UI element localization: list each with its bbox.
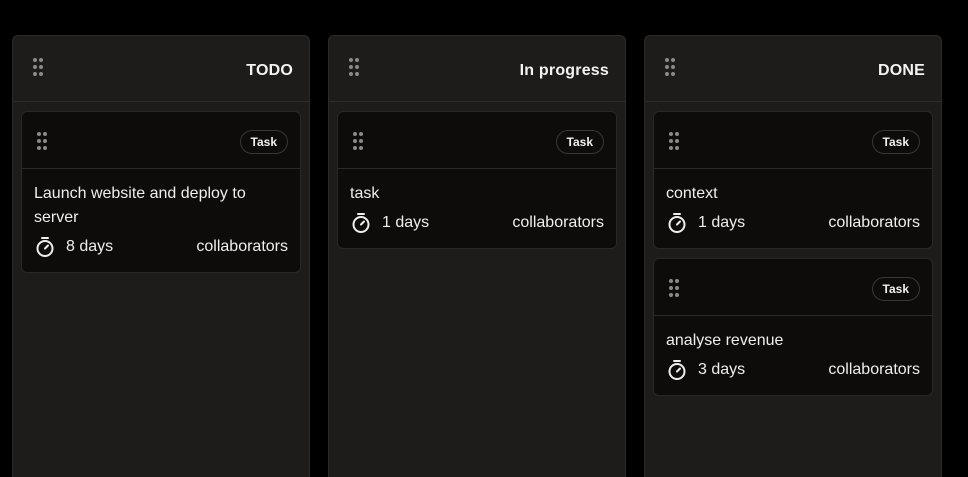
task-card[interactable]: Task context 1 days collaborators [653,111,933,249]
duration: 1 days [666,212,745,234]
card-list: Task context 1 days collaborators Task a… [653,111,933,405]
card-header: Task [654,259,932,316]
card-title: context [666,185,718,202]
duration-text: 8 days [66,238,114,255]
card-footer: 1 days collaborators [666,210,920,236]
column-header: TODO [13,36,309,102]
card-footer: 1 days collaborators [350,210,604,236]
stopwatch-icon [352,213,370,233]
duration-text: 1 days [382,214,430,231]
column-todo: TODO Task Launch website and deploy to s… [12,35,310,477]
collaborators-label[interactable]: collaborators [196,238,288,256]
task-card[interactable]: Task task 1 days collaborators [337,111,617,249]
column-in-progress: In progress Task task 1 days collaborato… [328,35,626,477]
duration: 1 days [350,212,429,234]
column-title: DONE [877,62,925,79]
drag-handle-icon[interactable] [665,58,675,78]
card-header: Task [654,112,932,169]
duration: 8 days [34,236,113,258]
collaborators-label[interactable]: collaborators [828,214,920,232]
column-header: DONE [645,36,941,102]
column-title: TODO [246,62,293,79]
stopwatch-icon [668,360,686,380]
collaborators-label[interactable]: collaborators [512,214,604,232]
task-card[interactable]: Task analyse revenue 3 days collaborator… [653,258,933,396]
stopwatch-icon [668,213,686,233]
task-card[interactable]: Task Launch website and deploy to server… [21,111,301,273]
card-footer: 3 days collaborators [666,357,920,383]
card-title: task [350,185,380,202]
drag-handle-icon[interactable] [33,58,43,78]
card-footer: 8 days collaborators [34,234,288,260]
drag-handle-icon[interactable] [349,58,359,78]
card-header: Task [22,112,300,169]
drag-handle-icon[interactable] [353,132,363,152]
card-header: Task [338,112,616,169]
card-list: Task task 1 days collaborators [337,111,617,258]
task-badge: Task [871,130,920,154]
duration-text: 1 days [698,214,746,231]
column-title: In progress [519,62,609,79]
card-body: task 1 days collaborators [338,169,616,248]
drag-handle-icon[interactable] [37,132,47,152]
card-title: Launch website and deploy to server [34,185,246,226]
card-body: context 1 days collaborators [654,169,932,248]
task-badge: Task [871,277,920,301]
card-body: analyse revenue 3 days collaborators [654,316,932,395]
duration: 3 days [666,359,745,381]
duration-text: 3 days [698,361,746,378]
collaborators-label[interactable]: collaborators [828,361,920,379]
column-header: In progress [329,36,625,102]
drag-handle-icon[interactable] [669,132,679,152]
task-badge: Task [555,130,604,154]
column-done: DONE Task context 1 days collaborators T… [644,35,942,477]
task-badge: Task [239,130,288,154]
drag-handle-icon[interactable] [669,279,679,299]
card-title: analyse revenue [666,332,784,349]
kanban-board: TODO Task Launch website and deploy to s… [0,0,968,477]
stopwatch-icon [36,237,54,257]
card-list: Task Launch website and deploy to server… [21,111,301,282]
card-body: Launch website and deploy to server 8 da… [22,169,300,272]
